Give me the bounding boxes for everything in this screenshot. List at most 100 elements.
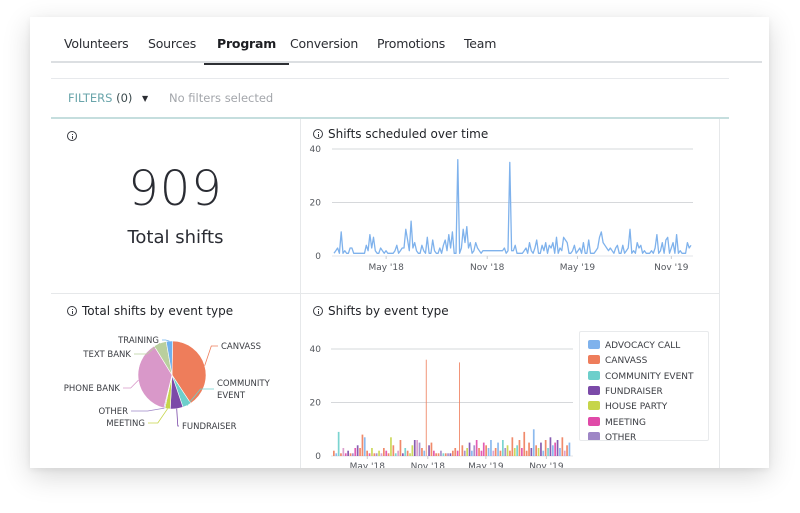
- x-tick-label: May '18: [368, 263, 404, 273]
- pie-label: MEETING: [106, 419, 145, 429]
- bar: [556, 440, 559, 456]
- bar: [366, 450, 368, 456]
- bar: [454, 448, 457, 456]
- filters-dropdown[interactable]: FILTERS (0) ▼: [68, 91, 148, 105]
- bar: [566, 445, 568, 456]
- filters-label: FILTERS: [68, 91, 113, 105]
- legend-swatch: [588, 370, 600, 380]
- legend-swatch: [588, 416, 600, 426]
- legend-item[interactable]: HOUSE PARTY: [588, 401, 667, 415]
- bar: [363, 437, 366, 456]
- y-tick-label: 20: [310, 399, 322, 409]
- bar: [406, 450, 409, 456]
- legend-label: FUNDRAISER: [605, 386, 663, 397]
- bar: [444, 453, 447, 456]
- bar: [394, 453, 397, 456]
- x-tick-label: Nov '18: [470, 263, 505, 273]
- bar: [490, 440, 492, 456]
- filters-count: (0): [116, 91, 133, 105]
- bar: [459, 362, 460, 456]
- bar: [390, 437, 392, 456]
- bar: [525, 450, 528, 456]
- bar: [452, 450, 454, 456]
- bar: [554, 442, 556, 456]
- bar: [561, 437, 564, 456]
- bar: [413, 440, 416, 456]
- bar: [411, 445, 414, 456]
- bar: [442, 453, 445, 456]
- legend-item[interactable]: OTHER: [588, 431, 636, 440]
- bar: [482, 442, 485, 456]
- pie-label: TRAINING: [117, 336, 159, 346]
- x-tick-label: Nov '18: [411, 462, 446, 468]
- bar: [418, 442, 421, 456]
- legend-item[interactable]: CANVASS: [588, 355, 647, 369]
- bar: [359, 448, 361, 456]
- bar: [473, 445, 476, 456]
- bar: [342, 448, 345, 456]
- bar: [521, 448, 523, 456]
- bar: [502, 440, 504, 456]
- pie-label: TEXT BANK: [82, 350, 131, 360]
- bar: [468, 442, 471, 456]
- info-icon[interactable]: [313, 306, 323, 316]
- bar: [356, 445, 359, 456]
- bar: [485, 445, 487, 456]
- x-tick-label: May '19: [468, 462, 504, 468]
- pie-label: FUNDRAISER: [182, 422, 237, 432]
- bar: [523, 431, 526, 456]
- bar: [537, 448, 540, 456]
- bar: [340, 453, 342, 456]
- bar: [475, 440, 478, 456]
- bar: [518, 440, 521, 456]
- bar: [383, 448, 385, 456]
- legend-item[interactable]: MEETING: [588, 416, 646, 431]
- legend-item[interactable]: FUNDRAISER: [588, 385, 663, 400]
- y-tick-label: 20: [310, 199, 322, 209]
- bar: [456, 450, 459, 456]
- y-tick-label: 40: [310, 345, 322, 355]
- bar: [409, 453, 411, 456]
- pie-leader-line: [162, 339, 170, 342]
- bar: [337, 431, 340, 456]
- legend-item[interactable]: COMMUNITY EVENT: [588, 370, 694, 385]
- bar: [440, 450, 442, 456]
- bar: [380, 453, 383, 456]
- x-tick-label: May '19: [560, 263, 596, 273]
- bar: [368, 453, 371, 456]
- bar: [547, 448, 549, 456]
- bar: [506, 445, 509, 456]
- bar: [568, 442, 571, 456]
- pie-label: OTHER: [98, 407, 128, 417]
- info-icon[interactable]: [67, 131, 77, 141]
- legend-label: ADVOCACY CALL: [605, 341, 681, 351]
- total-shifts-label: Total shifts: [127, 227, 224, 248]
- bar: [559, 448, 561, 456]
- info-icon[interactable]: [67, 306, 77, 316]
- tab-volunteers[interactable]: Volunteers: [64, 36, 129, 63]
- tab-team[interactable]: Team: [464, 36, 496, 63]
- bar: [516, 445, 518, 456]
- bar: [528, 442, 530, 456]
- tab-conversion[interactable]: Conversion: [290, 36, 358, 63]
- widget-grid: 909 Total shifts Shifts scheduled over t…: [51, 117, 729, 468]
- bar: [530, 448, 533, 456]
- grid-divider: [51, 293, 719, 294]
- bar: [511, 437, 514, 456]
- info-icon[interactable]: [313, 129, 323, 139]
- tab-promotions[interactable]: Promotions: [377, 36, 445, 63]
- bar: [349, 453, 352, 456]
- tab-sources[interactable]: Sources: [148, 36, 196, 63]
- tab-program[interactable]: Program: [203, 36, 290, 65]
- legend-swatch: [588, 431, 600, 440]
- bar: [435, 453, 437, 456]
- bar: [385, 450, 388, 456]
- bar: [373, 453, 376, 456]
- pie-leader-line: [148, 408, 168, 424]
- bar: [549, 437, 552, 456]
- line-chart: 0 20 40 May '18 Nov '18 May '19 Nov '19: [310, 145, 693, 273]
- pie-leader-line: [123, 379, 139, 389]
- bar: [344, 453, 347, 456]
- legend-item[interactable]: ADVOCACY CALL: [588, 340, 680, 354]
- bar: [532, 429, 535, 457]
